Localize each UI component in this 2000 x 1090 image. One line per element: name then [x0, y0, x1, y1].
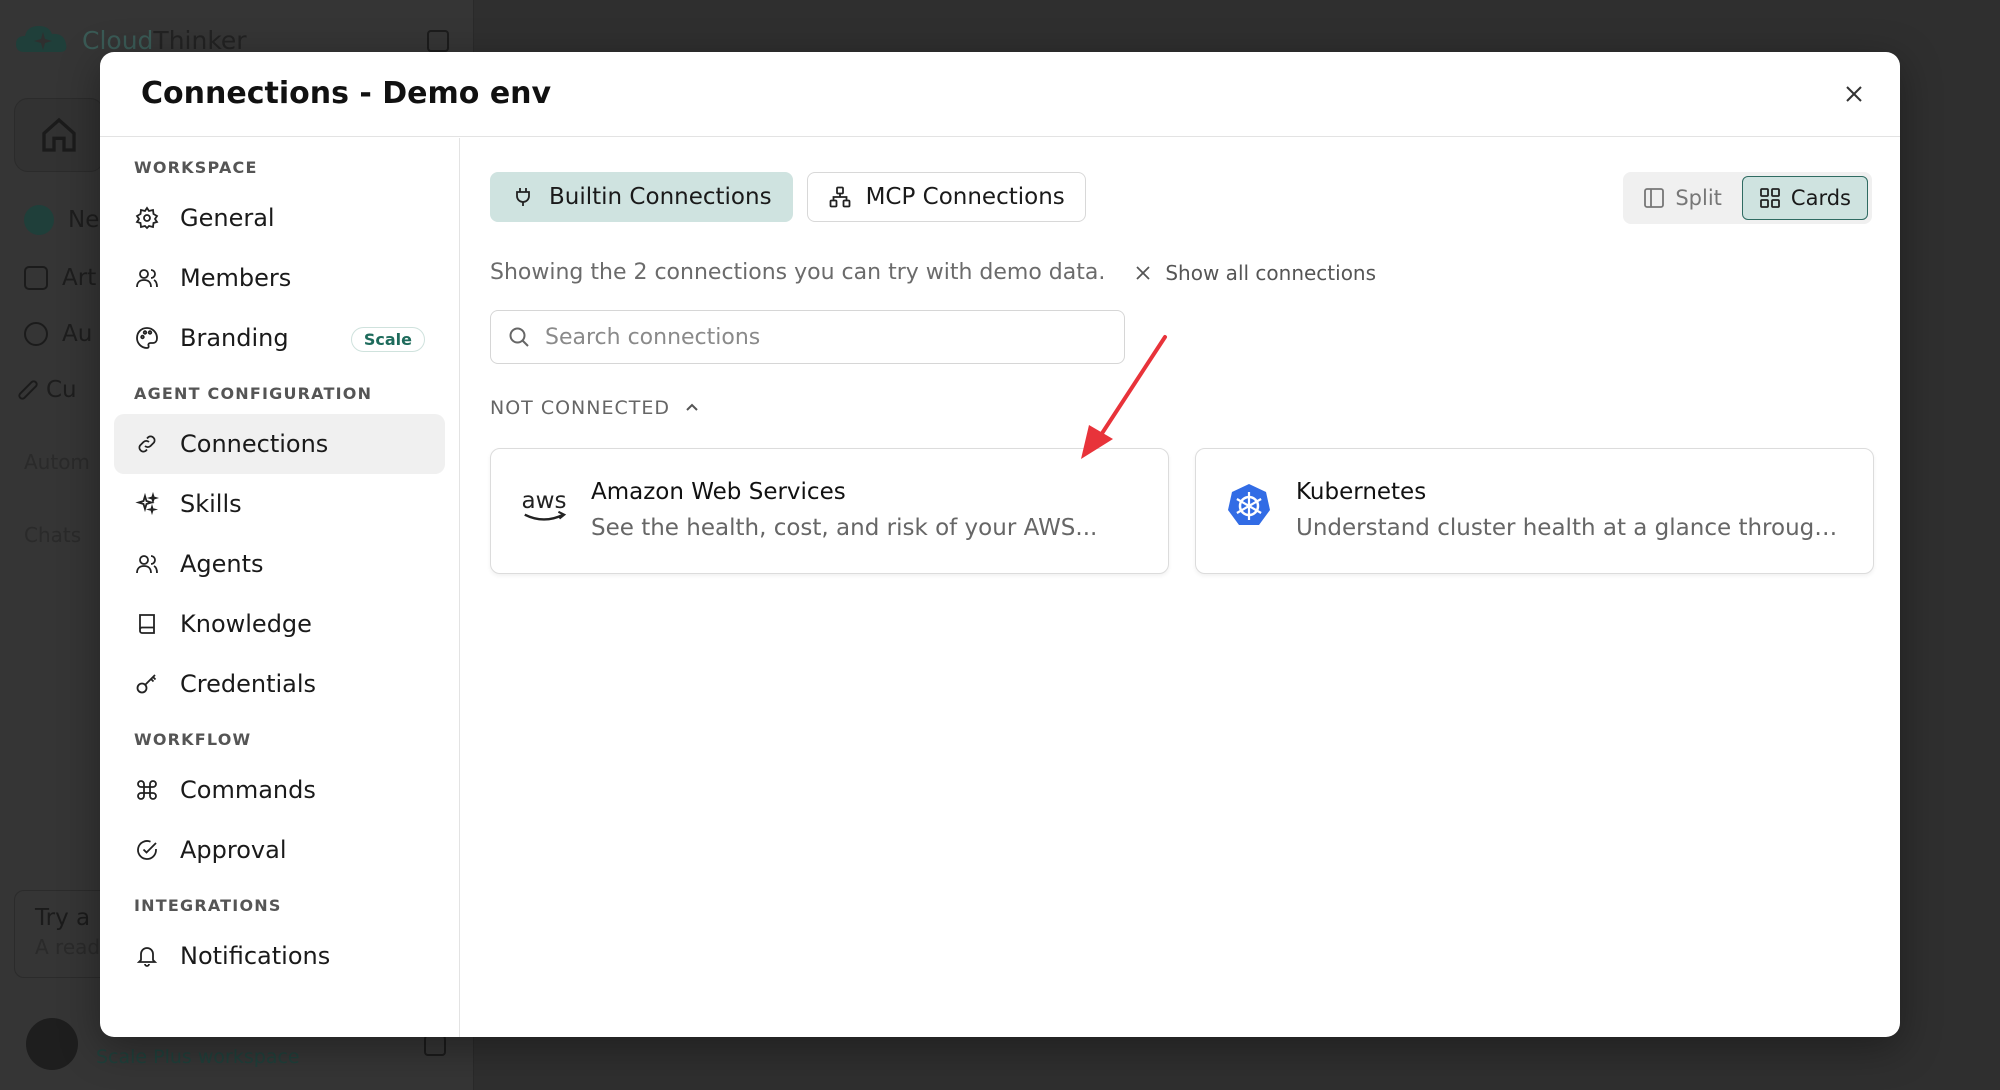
nav-item-members[interactable]: Members	[114, 248, 445, 308]
book-icon	[134, 611, 160, 637]
connection-card-kubernetes[interactable]: Kubernetes Understand cluster health at …	[1195, 448, 1874, 574]
grid-icon	[1760, 188, 1780, 208]
nav-item-label: Notifications	[180, 942, 331, 970]
bg-nav-new[interactable]: Ne	[24, 205, 99, 235]
close-icon	[1846, 86, 1862, 102]
card-title: Amazon Web Services	[591, 479, 846, 505]
bg-nav-artifacts[interactable]: Art	[24, 265, 96, 291]
bg-nav-custom[interactable]: Cu	[16, 377, 77, 403]
aws-logo-text: aws	[521, 488, 566, 514]
connections-modal: Connections - Demo env WORKSPACE General…	[100, 52, 1900, 1037]
cloud-logo-icon	[16, 26, 67, 52]
nav-item-label: Agents	[180, 550, 264, 578]
connection-tabs: Builtin Connections MCP Connections	[490, 172, 1086, 222]
plus-icon	[24, 205, 54, 235]
logo-text-part2: Thinker	[153, 25, 247, 55]
home-tile[interactable]	[14, 98, 104, 172]
nav-item-connections[interactable]: Connections	[114, 414, 445, 474]
users-icon	[134, 265, 160, 291]
scale-badge: Scale	[350, 327, 425, 352]
pencil-icon	[16, 378, 40, 402]
check-circle-icon	[134, 837, 160, 863]
card-title: Kubernetes	[1296, 479, 1427, 505]
bg-section-automations: Autom	[24, 450, 90, 474]
users-icon	[134, 551, 160, 577]
bg-section-chats: Chats	[24, 523, 82, 547]
palette-icon	[134, 325, 160, 351]
nav-item-label: Knowledge	[180, 610, 312, 638]
sparkles-icon	[134, 491, 160, 517]
search-box	[490, 310, 1125, 364]
clock-icon	[24, 322, 48, 346]
key-icon	[134, 671, 160, 697]
nav-item-label: Skills	[180, 490, 242, 518]
bell-icon	[134, 943, 160, 969]
settings-nav: WORKSPACE General Members Branding Scale…	[100, 138, 460, 1037]
nav-section-workspace: WORKSPACE	[134, 158, 258, 177]
nav-item-label: Branding	[180, 324, 289, 352]
nav-item-label: Connections	[180, 430, 329, 458]
tab-builtin-connections[interactable]: Builtin Connections	[490, 172, 793, 222]
sidebar-toggle-icon[interactable]	[427, 30, 449, 52]
modal-title: Connections - Demo env	[141, 76, 552, 111]
chevron-up-icon	[686, 403, 698, 411]
show-all-connections-button[interactable]: Show all connections	[1135, 261, 1376, 285]
tab-mcp-connections[interactable]: MCP Connections	[806, 172, 1086, 222]
plan-label: Scale Plus workspace	[96, 1046, 300, 1068]
gear-icon	[134, 205, 160, 231]
info-row: Showing the 2 connections you can try wi…	[490, 260, 1376, 285]
search-input[interactable]	[545, 324, 1085, 350]
nav-item-approval[interactable]: Approval	[114, 820, 445, 880]
nav-item-knowledge[interactable]: Knowledge	[114, 594, 445, 654]
card-description: Understand cluster health at a glance th…	[1296, 515, 1846, 541]
nav-item-label: General	[180, 204, 275, 232]
close-button[interactable]	[1838, 78, 1870, 110]
home-icon	[42, 117, 76, 152]
nav-item-agents[interactable]: Agents	[114, 534, 445, 594]
plug-icon	[516, 188, 530, 206]
split-view-icon	[1644, 188, 1665, 208]
link-icon	[134, 431, 160, 457]
view-toggle: Split Cards	[1623, 172, 1872, 224]
card-description: See the health, cost, and risk of your A…	[591, 515, 1098, 541]
nav-item-credentials[interactable]: Credentials	[114, 654, 445, 714]
nav-section-agent-configuration: AGENT CONFIGURATION	[134, 384, 373, 403]
command-icon	[134, 777, 160, 803]
connections-content: Builtin Connections MCP Connections Spli…	[460, 138, 1900, 1037]
nav-item-commands[interactable]: Commands	[114, 760, 445, 820]
nav-item-branding[interactable]: Branding Scale	[114, 308, 445, 368]
nav-item-notifications[interactable]: Notifications	[114, 926, 445, 986]
nav-item-label: Approval	[180, 836, 287, 864]
nav-item-label: Members	[180, 264, 292, 292]
search-icon	[509, 327, 529, 347]
split-view-button[interactable]: Split	[1627, 176, 1738, 220]
nav-item-skills[interactable]: Skills	[114, 474, 445, 534]
not-connected-group-toggle[interactable]: NOT CONNECTED	[490, 397, 700, 419]
nav-item-label: Credentials	[180, 670, 317, 698]
modal-body: WORKSPACE General Members Branding Scale…	[100, 138, 1900, 1037]
cards-view-button[interactable]: Cards	[1741, 176, 1868, 220]
demo-info-text: Showing the 2 connections you can try wi…	[490, 260, 1106, 285]
avatar[interactable]	[26, 1018, 78, 1070]
modal-header: Connections - Demo env	[100, 52, 1900, 137]
nav-section-workflow: WORKFLOW	[134, 730, 252, 749]
nav-item-label: Commands	[180, 776, 316, 804]
nav-item-general[interactable]: General	[114, 188, 445, 248]
aws-logo-icon: aws	[519, 481, 569, 531]
nav-section-integrations: INTEGRATIONS	[134, 896, 282, 915]
network-icon	[829, 186, 850, 208]
connection-card-aws[interactable]: aws Amazon Web Services See the health, …	[490, 448, 1169, 574]
kubernetes-logo-icon	[1224, 481, 1274, 531]
close-icon	[1136, 265, 1150, 280]
bg-nav-automations[interactable]: Au	[24, 321, 92, 347]
logo-text-part1: Cloud	[82, 25, 154, 55]
cube-icon	[24, 266, 48, 290]
group-label: NOT CONNECTED	[490, 397, 670, 419]
